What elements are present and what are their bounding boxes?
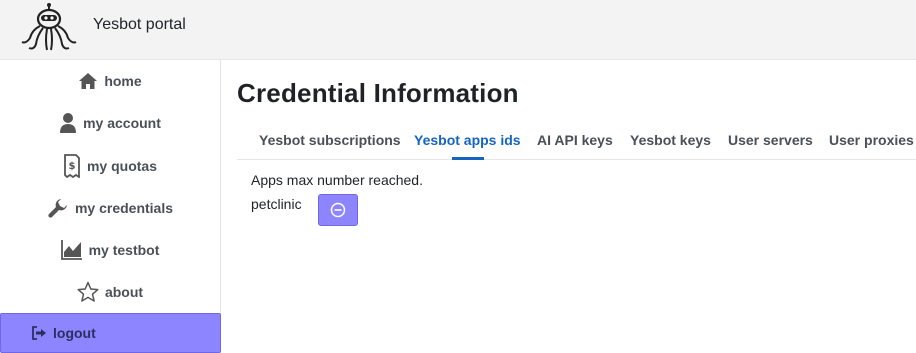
remove-app-button[interactable]	[318, 194, 358, 226]
app-name: petclinic	[251, 196, 302, 212]
octopus-robot-logo[interactable]	[20, 2, 78, 54]
star-icon	[77, 281, 99, 302]
top-bar: Yesbot portal	[0, 0, 916, 60]
logout-label: logout	[53, 325, 96, 341]
receipt-icon: $	[64, 154, 80, 178]
sidebar-item-my-credentials[interactable]: my credentials	[0, 188, 220, 228]
logout-button[interactable]: logout	[0, 313, 221, 353]
status-message: Apps max number reached.	[251, 172, 423, 188]
tab-user-proxies[interactable]: User proxies	[829, 132, 914, 148]
sidebar-item-label: about	[104, 284, 144, 300]
tab-user-servers[interactable]: User servers	[728, 132, 813, 148]
active-tab-indicator	[452, 157, 484, 160]
logout-icon	[32, 326, 46, 340]
sidebar-item-label: my quotas	[86, 158, 157, 174]
sidebar-item-my-account[interactable]: my account	[0, 103, 220, 143]
tab-yesbot-subscriptions[interactable]: Yesbot subscriptions	[259, 132, 401, 148]
sidebar: home my account $ my quotas my credentia…	[0, 60, 221, 353]
credential-tabs: Yesbot subscriptions Yesbot apps ids AI …	[237, 130, 916, 160]
page-title: Credential Information	[237, 78, 519, 108]
sidebar-item-my-testbot[interactable]: my testbot	[0, 230, 220, 270]
remove-circle-icon	[330, 202, 346, 218]
main-content: Credential Information Yesbot subscripti…	[221, 60, 916, 353]
sidebar-item-my-quotas[interactable]: $ my quotas	[0, 146, 220, 186]
sidebar-item-about[interactable]: about	[0, 272, 220, 312]
sidebar-item-label: my credentials	[74, 200, 174, 216]
chart-icon	[60, 240, 82, 260]
svg-text:$: $	[69, 161, 76, 172]
tab-ai-api-keys[interactable]: AI API keys	[537, 132, 613, 148]
home-icon	[79, 73, 98, 89]
user-icon	[60, 113, 77, 133]
sidebar-item-home[interactable]: home	[0, 61, 220, 101]
sidebar-item-label: my account	[83, 115, 161, 131]
sidebar-item-label: home	[104, 73, 142, 89]
wrench-icon	[48, 199, 67, 218]
sidebar-item-label: my testbot	[88, 242, 160, 258]
brand-title: Yesbot portal	[93, 16, 186, 33]
tab-yesbot-keys[interactable]: Yesbot keys	[630, 132, 711, 148]
tab-yesbot-apps-ids[interactable]: Yesbot apps ids	[414, 132, 521, 148]
